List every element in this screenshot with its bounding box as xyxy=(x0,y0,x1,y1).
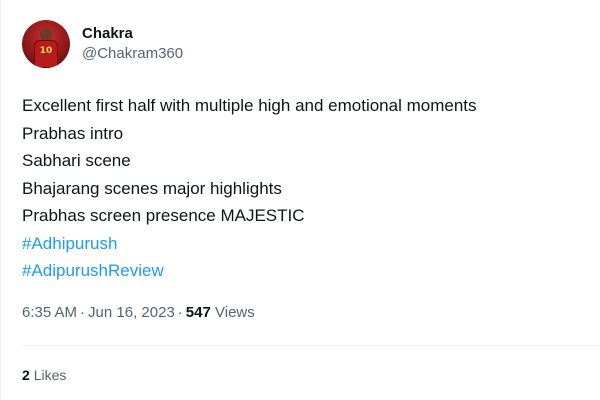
likes-count: 2 xyxy=(22,367,30,383)
hashtag-link-adipurushreview[interactable]: #AdipurushReview xyxy=(22,257,587,285)
tweet-text-line: Prabhas intro xyxy=(22,123,124,143)
author-display-name[interactable]: Chakra xyxy=(82,24,183,44)
avatar[interactable]: 10 xyxy=(22,20,70,68)
tweet-text-line: Bhajarang scenes major highlights xyxy=(22,178,282,198)
meta-separator: · xyxy=(177,304,183,321)
tweet-text-line: Sabhari scene xyxy=(22,151,131,170)
tweet-meta: 6:35 AM · Jun 16, 2023 · 547 Views xyxy=(22,304,255,321)
tweet-text-line: Excellent first half with multiple high … xyxy=(22,96,477,115)
author-names: Chakra @Chakram360 xyxy=(82,24,183,64)
avatar-jersey-number: 10 xyxy=(39,46,53,56)
tweet-time[interactable]: 6:35 AM xyxy=(22,304,77,321)
views-label: Views xyxy=(215,304,255,321)
tweet-header: 10 Chakra @Chakram360 xyxy=(22,20,183,68)
tweet-text-line: Prabhas screen presence MAJESTIC xyxy=(22,206,305,225)
likes-label: Likes xyxy=(33,367,67,383)
divider xyxy=(22,345,600,346)
tweet-date[interactable]: Jun 16, 2023 xyxy=(88,304,175,321)
author-handle[interactable]: @Chakram360 xyxy=(82,44,183,64)
tweet-detail: 10 Chakra @Chakram360 Excellent first ha… xyxy=(0,0,600,400)
tweet-text: Excellent first half with multiple high … xyxy=(22,92,587,285)
meta-separator: · xyxy=(80,304,86,321)
views-count: 547 xyxy=(185,304,211,321)
likes-stat[interactable]: 2 Likes xyxy=(22,367,66,383)
hashtag-link-adhipurush[interactable]: #Adhipurush xyxy=(22,230,587,258)
